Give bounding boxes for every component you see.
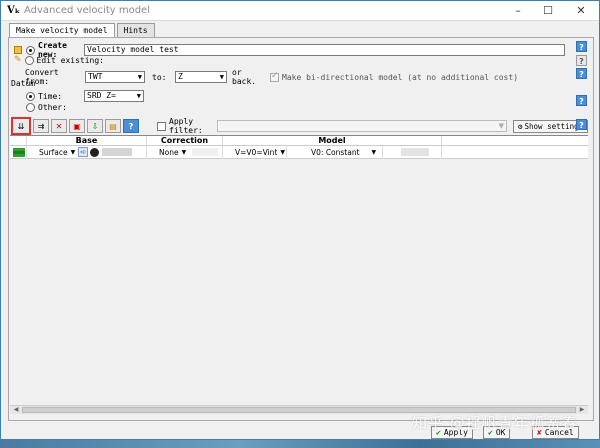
or-back-label: or back. xyxy=(232,68,257,86)
scroll-left-icon[interactable]: ◀ xyxy=(11,406,21,414)
convert-row: Convert from: TWT ▼ to: Z ▼ or back. Mak… xyxy=(25,68,518,86)
datum-other-row: Other: xyxy=(26,103,67,112)
chevron-down-icon[interactable]: ▼ xyxy=(182,149,187,156)
apply-filter-label: Apply filter: xyxy=(169,117,203,135)
tab-strip: Make velocity model Hints xyxy=(9,23,157,38)
chevron-down-icon[interactable]: ▼ xyxy=(372,149,377,156)
edit-existing-label: Edit existing: xyxy=(36,55,104,65)
row-marker xyxy=(10,145,27,159)
datum-other-label: Other: xyxy=(38,103,67,112)
convert-to-select[interactable]: Z ▼ xyxy=(175,71,227,83)
bidirectional-checkbox[interactable] xyxy=(270,71,279,82)
import-settings-button[interactable]: ⇩ xyxy=(87,119,103,133)
redacted-value xyxy=(401,148,429,156)
create-new-radio[interactable] xyxy=(26,45,35,55)
maximize-button[interactable]: ☐ xyxy=(533,1,563,21)
delete-all-button[interactable]: ▣ xyxy=(69,119,85,133)
chevron-down-icon: ▼ xyxy=(136,92,141,100)
make-velocity-model-panel: Create new: Velocity model test ? ✎ Edit… xyxy=(8,37,594,421)
delete-all-icon: ▣ xyxy=(73,121,81,131)
model-v0-cell[interactable]: V0: Constant ▼ xyxy=(287,145,383,159)
app-icon: Vₖ xyxy=(7,4,20,16)
grid-toolbar: ⇊ ⇉ ✕ ▣ ⇩ ▤ ? Apply filter: ▼ ⚙ Show set… xyxy=(11,117,589,135)
convert-to-label: to: xyxy=(152,72,167,82)
apply-filter-checkbox[interactable] xyxy=(157,121,166,131)
minimize-button[interactable]: – xyxy=(503,1,533,21)
chevron-down-icon[interactable]: ▼ xyxy=(71,149,76,156)
chevron-down-icon: ▼ xyxy=(137,73,142,81)
header-base: Base xyxy=(27,136,147,145)
show-settings-label: Show settings xyxy=(524,121,584,131)
insert-arrow-icon[interactable]: ➪ xyxy=(78,147,89,157)
datum-time-value: SRD Z= xyxy=(87,91,116,100)
toolbar-help-button[interactable]: ? xyxy=(123,119,139,133)
header-model: Model xyxy=(223,136,442,145)
datum-time-row: Time: SRD Z= ▼ xyxy=(26,90,144,102)
scroll-right-icon[interactable]: ▶ xyxy=(577,406,587,414)
bidirectional-label: Make bi-directional model (at no additio… xyxy=(282,72,519,82)
insert-row-button[interactable]: ⇉ xyxy=(33,119,49,133)
datum-other-radio[interactable] xyxy=(26,103,35,112)
delete-row-button[interactable]: ✕ xyxy=(51,119,67,133)
datum-time-label: Time: xyxy=(38,91,63,101)
convert-help-icon[interactable]: ? xyxy=(576,68,587,79)
edit-existing-info-icon[interactable]: ? xyxy=(576,55,587,66)
watermark-text: 知乎 @揺帆青年孤篝舂 xyxy=(412,414,578,432)
pencil-icon: ✎ xyxy=(14,55,22,65)
surface-object-icon xyxy=(90,147,100,157)
tab-hints[interactable]: Hints xyxy=(116,23,155,37)
model-v0-value: V0: Constant xyxy=(311,147,360,157)
grid-header-row: Base Correction Model xyxy=(10,136,588,146)
insert-row-icon: ⇉ xyxy=(37,121,45,131)
title-bar: Vₖ Advanced velocity model – ☐ ✕ xyxy=(1,1,599,21)
model-formula-value: V=V0=Vint xyxy=(235,147,278,157)
datum-help-icon[interactable]: ? xyxy=(576,95,587,106)
redacted-surface-name xyxy=(102,148,133,156)
new-model-icon xyxy=(14,46,22,54)
header-correction: Correction xyxy=(147,136,223,145)
toolbar-right-help-icon[interactable]: ? xyxy=(576,119,587,130)
table-row[interactable]: Surface ▼ ➪ None ▼ V=V0=Vint ▼ V0: Const… xyxy=(10,145,588,159)
edit-existing-radio[interactable] xyxy=(24,55,34,65)
model-name-input[interactable]: Velocity model test xyxy=(84,44,565,56)
append-row-button[interactable]: ⇊ xyxy=(11,117,31,135)
velocity-model-grid: Base Correction Model Surface ▼ ➪ None ▼… xyxy=(10,135,588,411)
datum-time-radio[interactable] xyxy=(26,91,35,101)
base-type-value: Surface xyxy=(39,147,68,157)
datum-time-select[interactable]: SRD Z= ▼ xyxy=(84,90,144,102)
datum-group-label: Datum xyxy=(11,79,36,88)
import-icon: ⇩ xyxy=(91,121,99,131)
convert-from-value: TWT xyxy=(88,72,103,81)
advanced-velocity-model-window: Vₖ Advanced velocity model – ☐ ✕ Make ve… xyxy=(0,0,600,440)
filter-select[interactable]: ▼ xyxy=(217,120,507,132)
chevron-down-icon: ▼ xyxy=(219,73,224,81)
show-settings-icon: ⚙ xyxy=(518,121,523,131)
tab-make-velocity-model[interactable]: Make velocity model xyxy=(9,23,115,38)
convert-from-select[interactable]: TWT ▼ xyxy=(85,71,145,83)
window-title: Advanced velocity model xyxy=(24,5,150,16)
convert-to-value: Z xyxy=(178,72,183,81)
create-new-help-icon[interactable]: ? xyxy=(576,41,587,52)
chevron-down-icon[interactable]: ▼ xyxy=(280,149,285,156)
correction-cell[interactable]: None ▼ xyxy=(147,145,223,159)
chevron-down-icon: ▼ xyxy=(498,122,504,130)
model-formula-cell[interactable]: V=V0=Vint ▼ xyxy=(223,145,287,159)
edit-existing-row: ✎ Edit existing: xyxy=(14,55,104,65)
export-settings-button[interactable]: ▤ xyxy=(105,119,121,133)
surface-flag-icon xyxy=(13,147,25,157)
model-param-cell[interactable] xyxy=(383,145,442,159)
close-button[interactable]: ✕ xyxy=(563,1,599,21)
export-icon: ▤ xyxy=(109,121,117,131)
base-cell[interactable]: Surface ▼ ➪ xyxy=(27,145,147,159)
delete-row-icon: ✕ xyxy=(55,121,63,131)
correction-value: None xyxy=(159,147,179,157)
append-row-icon: ⇊ xyxy=(17,121,25,131)
